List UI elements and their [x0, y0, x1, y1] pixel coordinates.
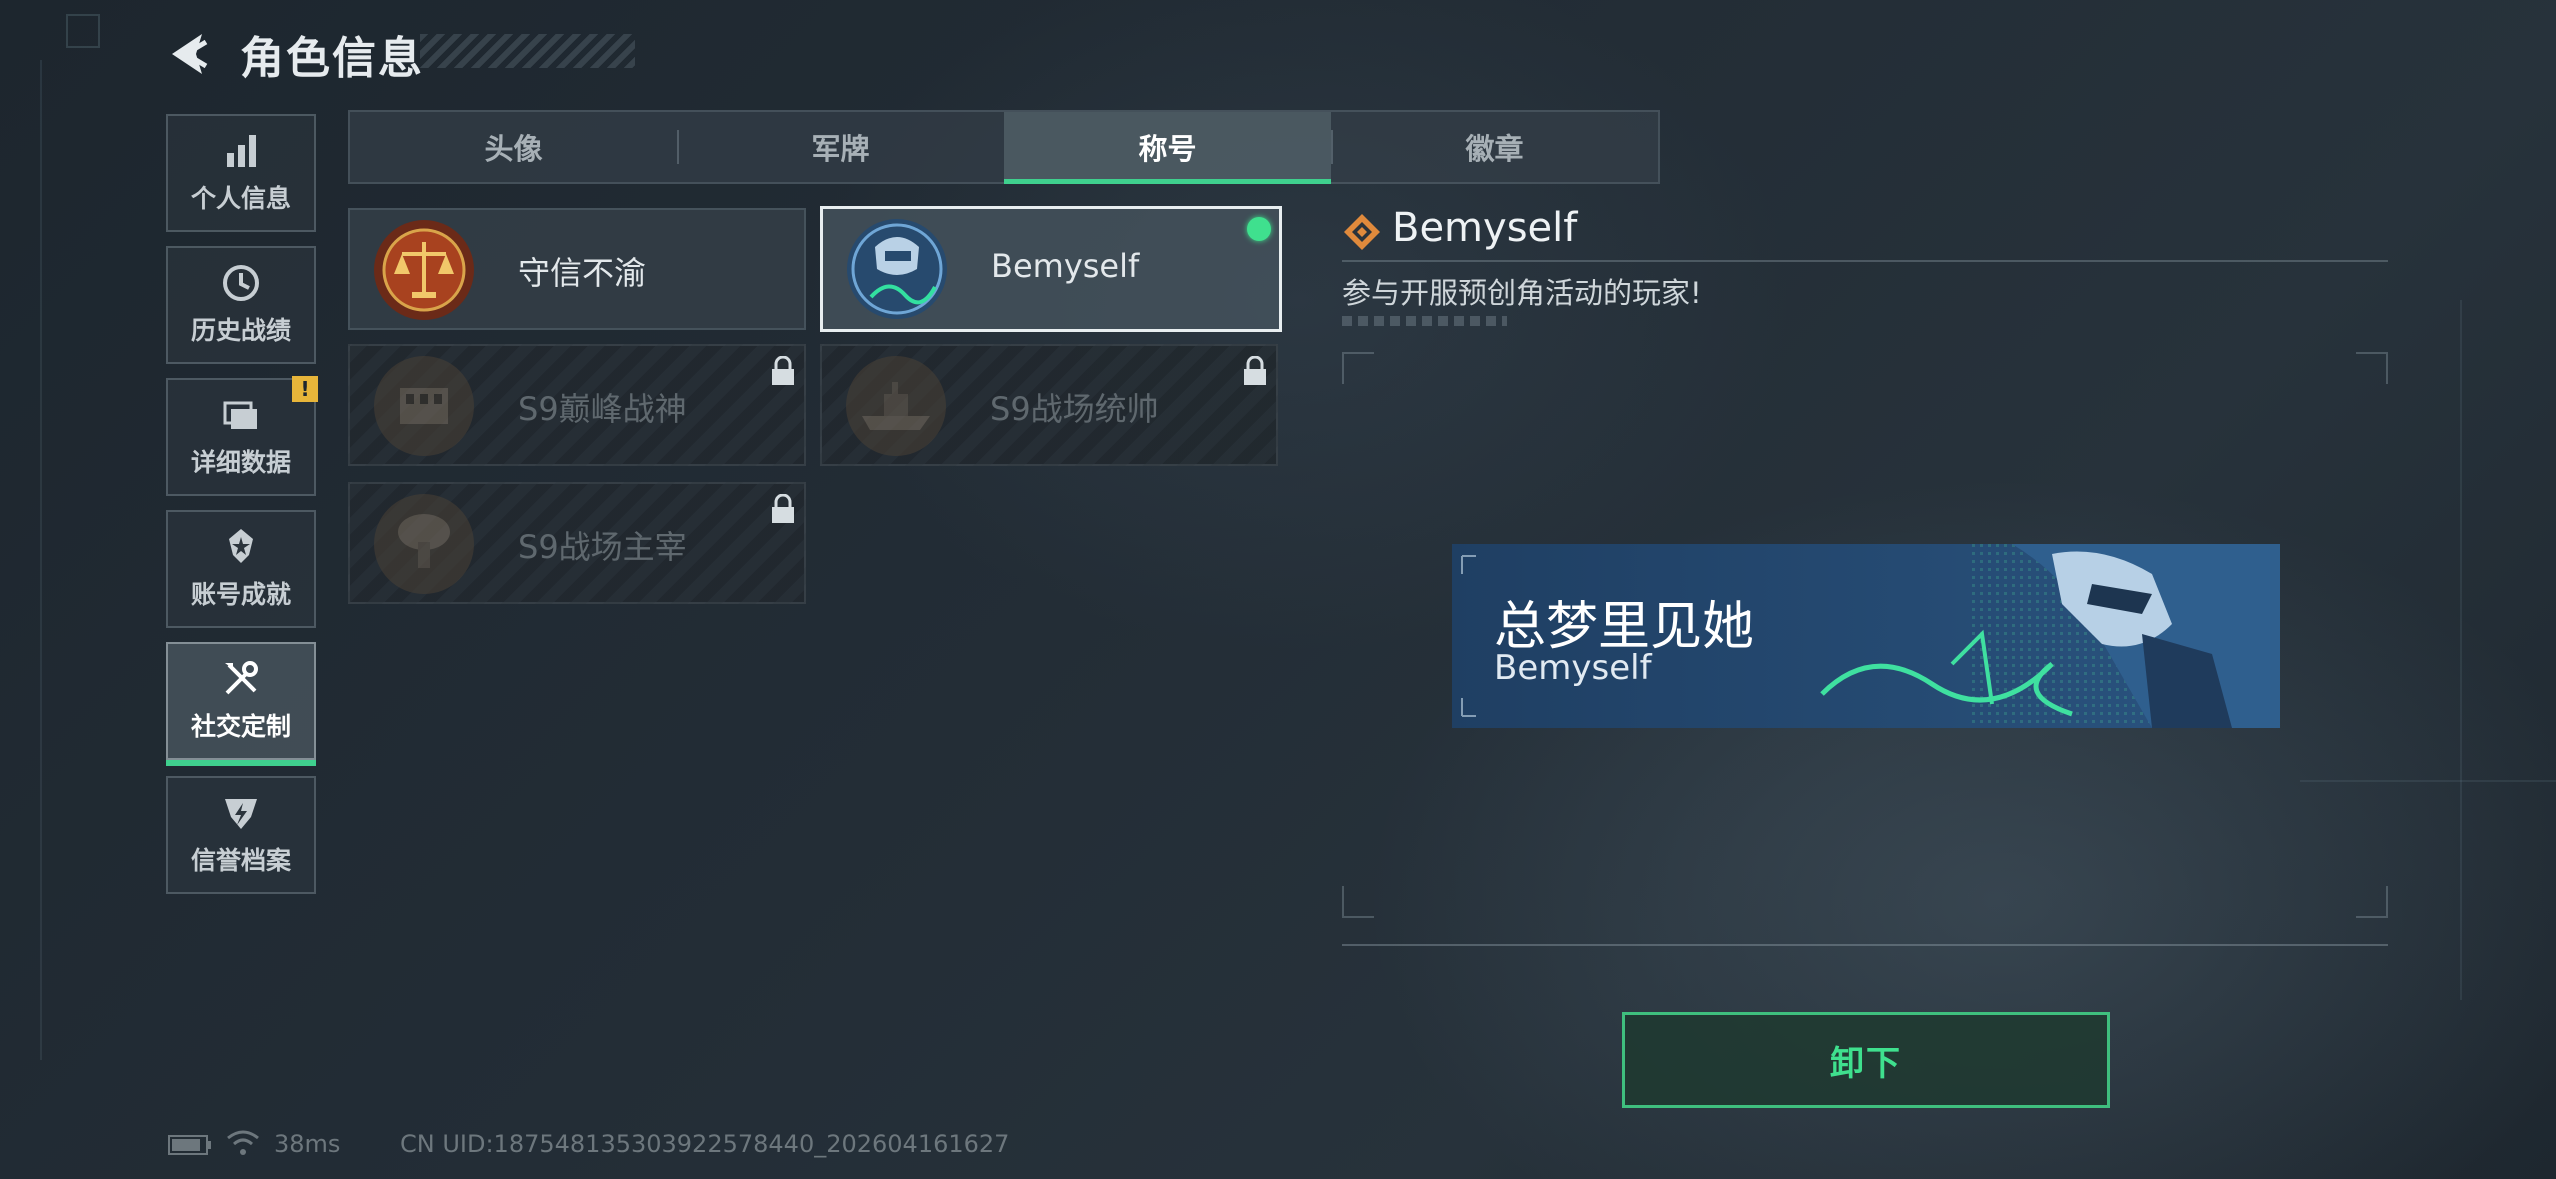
equipped-indicator [1247, 217, 1271, 241]
title-card-shouxin[interactable]: 守信不渝 [348, 208, 806, 330]
title-name: Bemyself [991, 247, 1140, 285]
category-tabs: 头像 军牌 称号 徽章 [348, 110, 1660, 184]
title-name: 守信不渝 [518, 254, 647, 292]
title-name: S9战场主宰 [518, 528, 687, 566]
ping-text: 38ms [274, 1130, 341, 1158]
title-name: S9战场统帅 [990, 390, 1159, 428]
tab-dog-tag[interactable]: 军牌 [677, 112, 1004, 182]
sidebar-item-achievements[interactable]: 账号成就 [166, 510, 316, 628]
bar-chart-icon [227, 135, 256, 167]
lock-icon [1244, 356, 1266, 385]
divider [1342, 944, 2388, 946]
sidebar-item-reputation[interactable]: 信誉档案 [166, 776, 316, 894]
battery-icon [168, 1135, 211, 1155]
active-indicator [166, 760, 316, 766]
sidebar-item-personal-info[interactable]: 个人信息 [166, 114, 316, 232]
lock-icon [772, 494, 794, 523]
title-card-bemyself[interactable]: Bemyself [820, 206, 1282, 332]
hud-line [2460, 300, 2462, 1000]
sidebar-item-history[interactable]: 历史战绩 [166, 246, 316, 364]
wifi-icon [227, 1130, 259, 1155]
divider [1342, 260, 2388, 262]
building-emblem-icon [374, 356, 474, 456]
tab-title[interactable]: 称号 [1004, 112, 1331, 184]
sidebar-item-label: 个人信息 [190, 184, 291, 213]
title-card-s9-peak[interactable]: S9巅峰战神 [348, 344, 806, 466]
lock-icon [772, 356, 794, 385]
tab-avatar[interactable]: 头像 [350, 112, 677, 182]
history-clock-icon [223, 265, 259, 301]
sidebar-item-label: 历史战绩 [190, 316, 291, 345]
detail-decoration [1342, 316, 1507, 326]
title-card-s9-commander[interactable]: S9战场统帅 [820, 344, 1278, 466]
wrench-screwdriver-icon [225, 661, 258, 695]
hud-square [66, 14, 100, 48]
uid-text: CN UID:18754813530392257844​0_2026041616… [400, 1130, 1010, 1158]
detail-title-name: Bemyself [1392, 205, 1578, 251]
warship-emblem-icon [846, 356, 946, 456]
title-preview-banner: 总梦里见她 Bemyself [1452, 544, 2280, 728]
title-name: S9巅峰战神 [518, 390, 687, 428]
banner-subtitle: Bemyself [1494, 648, 1652, 688]
tab-badge[interactable]: 徽章 [1331, 112, 1658, 182]
soldier-signature-emblem-icon [847, 219, 947, 319]
warning-badge: ! [292, 376, 318, 402]
sidebar-item-label: 社交定制 [190, 712, 291, 741]
title-rarity-icon [1344, 214, 1380, 250]
unequip-button[interactable]: 卸下 [1622, 1012, 2110, 1108]
back-arrow-icon[interactable] [162, 26, 218, 82]
reputation-shield-icon [225, 799, 257, 829]
sidebar-item-social-custom[interactable]: 社交定制 [166, 642, 316, 766]
achievement-medal-icon [229, 529, 253, 563]
sidebar-item-label: 详细数据 [190, 448, 291, 477]
sidebar-item-detailed-data[interactable]: 详细数据 ! [166, 376, 318, 496]
scales-emblem-icon [374, 220, 474, 320]
page-title: 角色信息 [240, 33, 424, 84]
detail-description: 参与开服预创角活动的玩家! [1342, 276, 1702, 310]
title-card-s9-dominator[interactable]: S9战场主宰 [348, 482, 806, 604]
title-decoration [420, 34, 635, 68]
sidebar-item-label: 账号成就 [190, 580, 291, 609]
sidebar-item-label: 信誉档案 [190, 846, 291, 875]
folder-icon [223, 401, 257, 429]
explosion-emblem-icon [374, 494, 474, 594]
hud-line [40, 60, 42, 1060]
